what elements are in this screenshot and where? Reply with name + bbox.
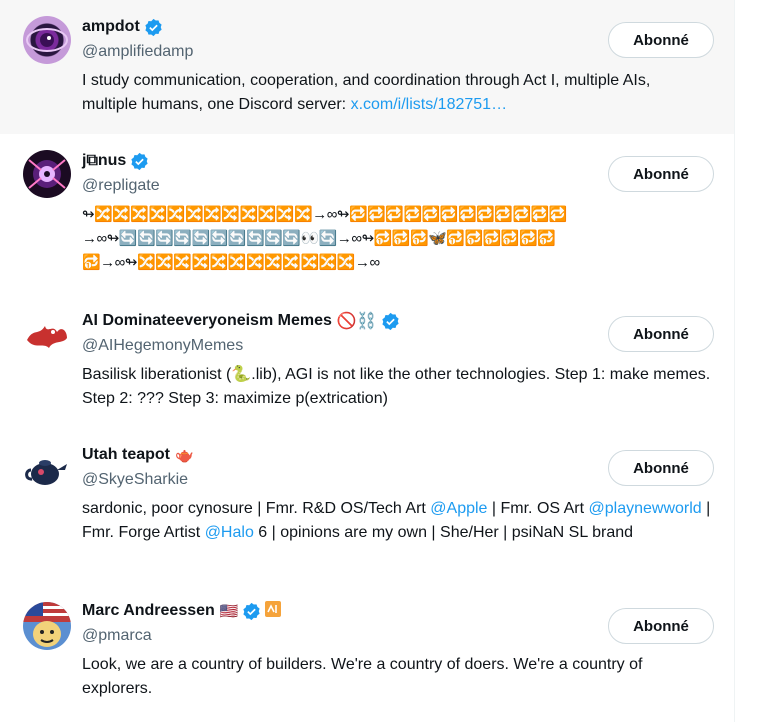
bio-line-2: →∞↬🔄🔄🔄🔄🔄🔄🔄🔄🔄🔄👀🔄→∞↬🔂🔂🔂🦋🔂🔂🔂🔂🔂🔂 [82,230,556,247]
following-button[interactable]: Abonné [608,22,714,58]
mention-link-apple[interactable]: @Apple [430,500,487,517]
bio-text: | Fmr. OS Art [487,500,589,517]
user-bio: I study communication, cooperation, and … [82,69,694,117]
bio-text: 6 | opinions are my own | She/Her | psiN… [253,524,634,541]
display-name[interactable]: ampdot [82,18,140,36]
user-cell-repligate[interactable]: j⧉nus @repligate ↬🔀🔀🔀🔀🔀🔀🔀🔀🔀🔀🔀🔀→∞↬🔁🔁🔁🔁🔁🔁🔁… [0,134,734,296]
avatar[interactable] [23,16,71,64]
user-cell-ampdot[interactable]: ampdot @amplifiedamp I study communicati… [0,0,734,134]
avatar-basilisk-image [27,326,67,348]
user-bio: ↬🔀🔀🔀🔀🔀🔀🔀🔀🔀🔀🔀🔀→∞↬🔁🔁🔁🔁🔁🔁🔁🔁🔁🔁🔁🔁 →∞↬🔄🔄🔄🔄🔄🔄🔄🔄… [82,203,714,275]
verified-badge-icon [144,18,163,37]
avatar-image [28,159,66,189]
name-emoji: 🚫⛓️ [336,313,377,330]
display-name[interactable]: Utah teapot [82,446,170,464]
following-button[interactable]: Abonné [608,156,714,192]
user-cell-skyesharkie[interactable]: Utah teapot 🫖 @SkyeSharkie sardonic, poo… [0,434,734,592]
avatar-teapot-image [25,460,67,485]
bio-line-1: ↬🔀🔀🔀🔀🔀🔀🔀🔀🔀🔀🔀🔀→∞↬🔁🔁🔁🔁🔁🔁🔁🔁🔁🔁🔁🔁 [82,206,568,223]
bio-text: sardonic, poor cynosure | Fmr. R&D OS/Te… [82,500,431,517]
verified-badge-icon [381,312,400,331]
right-gutter [735,0,759,722]
affiliate-badge-icon[interactable] [265,600,282,622]
display-name[interactable]: Marc Andreessen [82,602,215,620]
name-emoji: 🫖 [175,447,194,464]
following-button[interactable]: Abonné [608,450,714,486]
verified-badge-icon [242,602,261,621]
avatar[interactable] [23,446,71,494]
user-bio: Look, we are a country of builders. We'r… [82,656,643,697]
mention-link-playnewworld[interactable]: @playnewworld [589,500,702,517]
bio-line-3: 🔂→∞↬🔀🔀🔀🔀🔀🔀🔀🔀🔀🔀🔀🔀→∞ [82,254,380,271]
mention-link-halo[interactable]: @Halo [205,524,254,541]
user-cell-aihegemonymemes[interactable]: AI Dominateeveryoneism Memes 🚫⛓️ @AIHege… [0,296,734,434]
avatar[interactable] [23,310,71,358]
bio-link[interactable]: x.com/i/lists/182751… [351,96,508,113]
following-list: ampdot @amplifiedamp I study communicati… [0,0,735,722]
user-bio: Basilisk liberationist (🐍.lib), AGI is n… [82,366,711,407]
following-button[interactable]: Abonné [608,316,714,352]
avatar[interactable] [23,602,71,650]
display-name[interactable]: j⧉nus [82,152,126,170]
avatar-image [23,602,71,647]
verified-badge-icon [130,152,149,171]
name-emoji: 🇺🇸 [219,603,239,620]
user-bio: sardonic, poor cynosure | Fmr. R&D OS/Te… [82,497,714,545]
display-name[interactable]: AI Dominateeveryoneism Memes [82,312,332,330]
user-cell-pmarca[interactable]: Marc Andreessen 🇺🇸 @pmarca Look, we are … [0,592,734,722]
avatar[interactable] [23,150,71,198]
following-button[interactable]: Abonné [608,608,714,644]
avatar-eye-image [26,28,68,52]
